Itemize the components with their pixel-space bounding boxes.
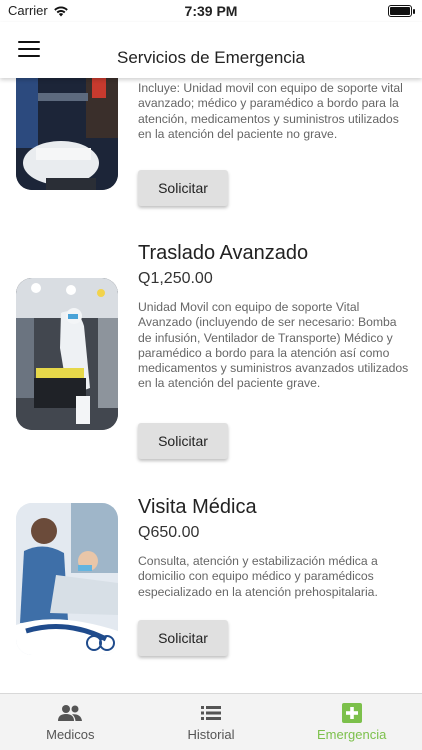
- tab-label: Historial: [187, 727, 235, 742]
- app-bar: Servicios de Emergencia: [0, 22, 422, 78]
- services-list[interactable]: Incluye: Unidad movil con equipo de sopo…: [0, 78, 422, 693]
- solicitar-button[interactable]: Solicitar: [138, 620, 228, 656]
- ambulance-paramedic-photo: [16, 278, 118, 430]
- solicitar-button[interactable]: Solicitar: [138, 423, 228, 459]
- page-title: Servicios de Emergencia: [116, 48, 306, 67]
- service-title: Traslado Avanzado: [138, 242, 309, 264]
- tab-label: Emergencia: [316, 727, 387, 742]
- medical-visit-photo: [16, 503, 118, 655]
- medical-cross-icon: [341, 703, 362, 723]
- service-description: Consulta, atención y estabilización médi…: [138, 554, 378, 599]
- solicitar-button[interactable]: Solicitar: [138, 170, 228, 206]
- list-icon: [201, 706, 221, 720]
- tab-label: Medicos: [46, 727, 95, 742]
- people-icon: [58, 705, 83, 721]
- service-description: Incluye: Unidad movil con equipo de sopo…: [138, 81, 403, 141]
- tab-historial[interactable]: Historial: [141, 694, 282, 750]
- service-price: Q1,250.00: [138, 270, 213, 287]
- service-description: Unidad Movil con equipo de soporte Vital…: [138, 300, 409, 391]
- service-price: Q650.00: [138, 524, 200, 541]
- ambulance-interior-photo: [16, 78, 118, 190]
- status-bar: Carrier 7:39 PM: [0, 0, 422, 22]
- service-title: Visita Médica: [138, 496, 257, 518]
- tab-medicos[interactable]: Medicos: [0, 694, 141, 750]
- tab-bar: Medicos Historial Emergencia: [0, 693, 422, 750]
- battery-icon: [388, 5, 415, 17]
- tab-emergencia[interactable]: Emergencia: [281, 694, 422, 750]
- status-time: 7:39 PM: [184, 3, 238, 19]
